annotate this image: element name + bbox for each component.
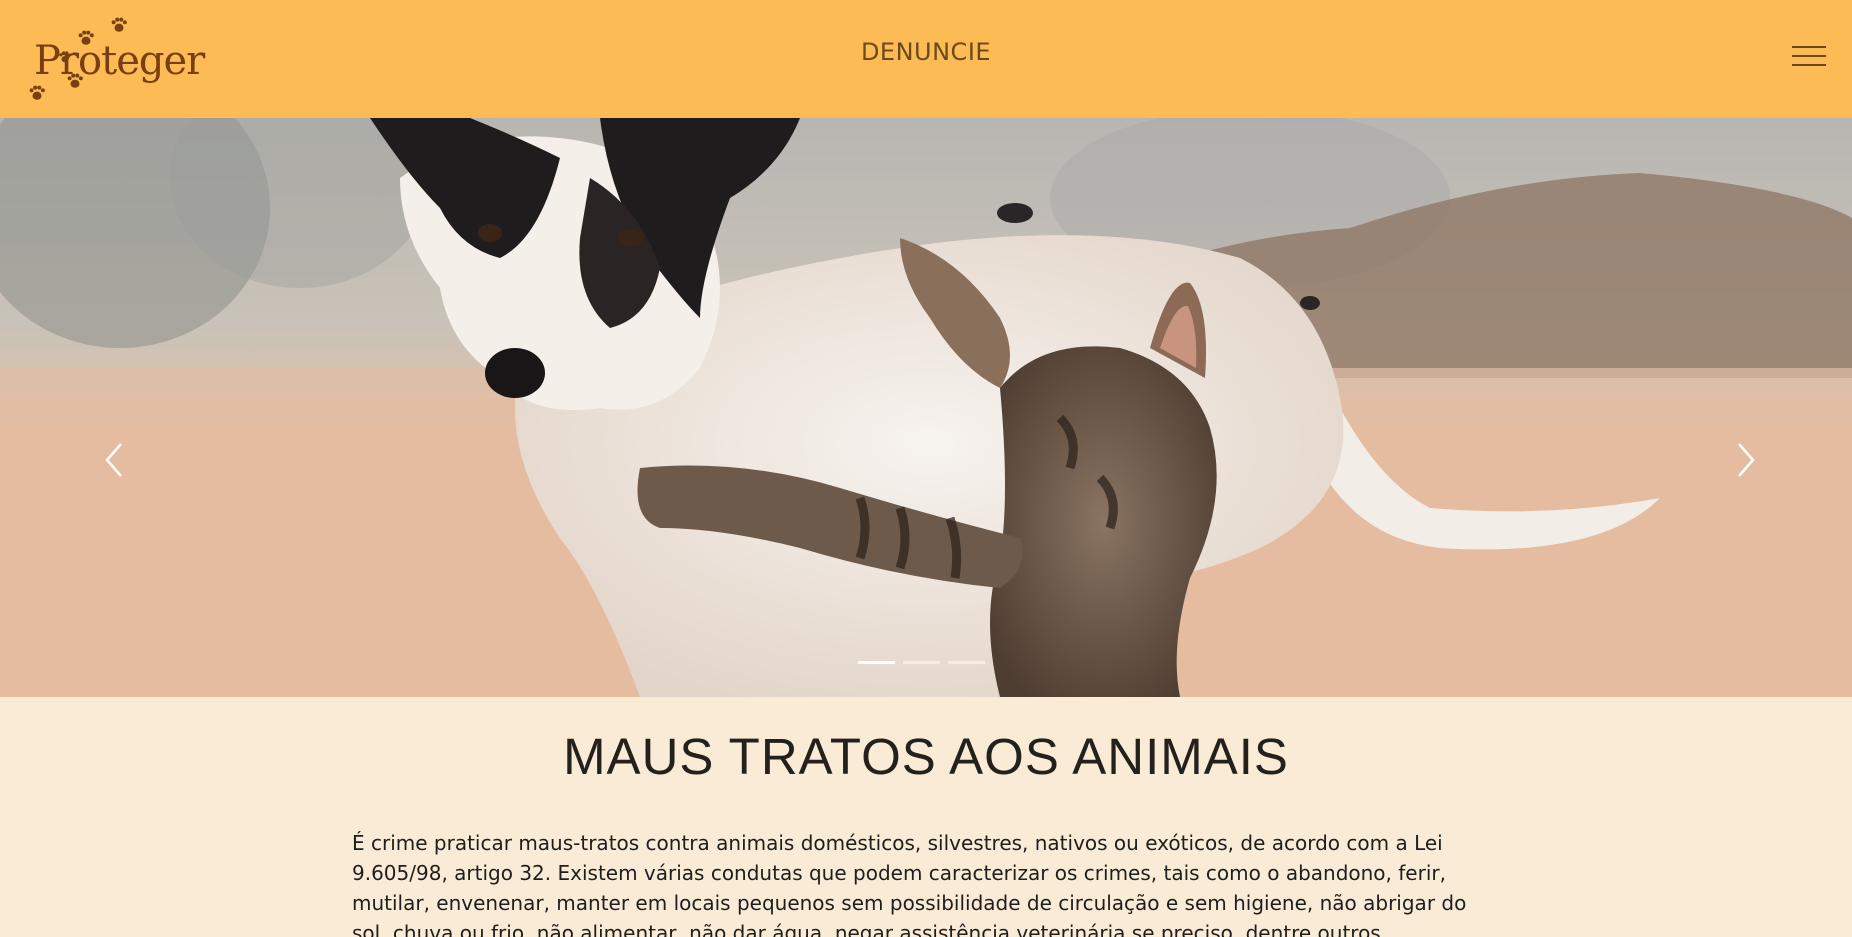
carousel-indicator-1[interactable]	[858, 661, 895, 664]
main-content: MAUS TRATOS AOS ANIMAIS É crime praticar…	[0, 697, 1852, 937]
carousel-prev-button[interactable]	[95, 430, 135, 490]
dog-and-cat-photo	[0, 118, 1852, 697]
carousel-indicator-3[interactable]	[948, 661, 985, 664]
intro-paragraph: É crime praticar maus-tratos contra anim…	[352, 831, 1467, 937]
paw-icon	[110, 16, 128, 34]
carousel-indicators	[858, 661, 985, 664]
carousel-indicator-2[interactable]	[903, 661, 940, 664]
paw-icon	[28, 84, 46, 102]
page-title: MAUS TRATOS AOS ANIMAIS	[563, 728, 1289, 785]
chevron-left-icon	[105, 443, 122, 477]
chevron-right-icon	[1738, 443, 1755, 477]
denuncie-link[interactable]: DENUNCIE	[0, 38, 1852, 66]
hamburger-menu-icon[interactable]	[1792, 42, 1826, 70]
image-carousel	[0, 118, 1852, 697]
carousel-next-button[interactable]	[1725, 430, 1765, 490]
navbar: Proteger DENUNCIE	[0, 0, 1852, 118]
